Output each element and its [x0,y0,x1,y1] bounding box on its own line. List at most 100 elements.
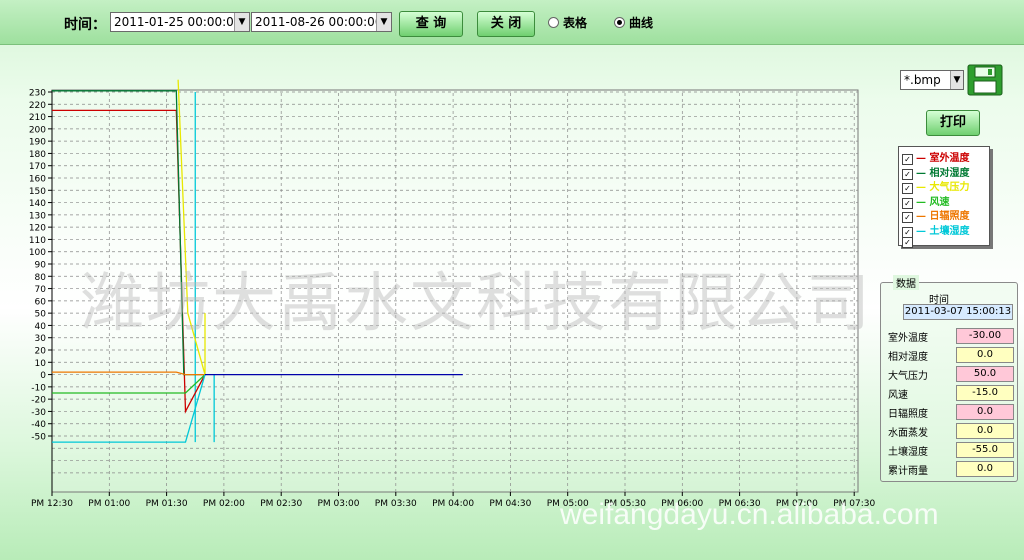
y-tick-label: 120 [29,224,46,234]
legend-item[interactable]: ✓ [899,236,989,251]
print-button[interactable]: 打印 [926,110,980,136]
y-tick-label: 160 [29,175,46,185]
series-legend: ✓ — 室外温度 ✓ — 相对湿度 ✓ — 大气压力 ✓ — 风速 ✓ — 日辐照度 ✓ — 土壤湿度… [898,146,990,248]
data-row-value: 50.0 [956,366,1014,382]
data-row-label: 室外温度 [888,333,928,344]
y-tick-label: 40 [35,322,47,332]
y-tick-label: 150 [29,187,46,197]
toolbar: 时间： 2011-01-25 00:00:00 ▼ 2011-08-26 00:… [0,0,1024,45]
y-tick-label: 170 [29,162,46,172]
view-mode-table-radio[interactable]: 表格 [548,14,587,31]
checkbox-icon[interactable]: ✓ [902,237,913,248]
data-row-label: 土壤湿度 [888,447,928,458]
save-icon[interactable] [966,64,1004,96]
y-tick-label: 50 [35,310,47,320]
site-watermark: weifangdayu.cn.alibaba.com [560,498,939,531]
data-row-value: -30.00 [956,328,1014,344]
data-row: 相对湿度 0.0 [888,347,1014,363]
file-format-select[interactable]: *.bmp ▼ [900,70,964,90]
legend-item[interactable]: ✓ — 大气压力 [899,178,989,194]
data-row-value: 0.0 [956,461,1014,477]
query-button[interactable]: 查 询 [399,11,463,37]
legend-item[interactable]: ✓ — 风速 [899,193,989,209]
data-row-label: 水面蒸发 [888,428,928,439]
y-tick-label: -50 [31,433,46,443]
legend-label: — 相对湿度 [916,167,970,179]
y-tick-label: 0 [40,371,46,381]
legend-item[interactable]: ✓ — 土壤湿度 [899,222,989,238]
legend-item[interactable]: ✓ — 相对湿度 [899,164,989,180]
data-row: 日辐照度 0.0 [888,404,1014,420]
time-label: 时间： [64,17,106,33]
data-time-value: 2011-03-07 15:00:13 [903,304,1013,320]
y-tick-label: 60 [35,297,47,307]
view-mode-table-label: 表格 [563,16,588,30]
data-row-value: -55.0 [956,442,1014,458]
legend-label: — 室外温度 [916,153,970,164]
y-tick-label: 20 [35,347,47,357]
y-tick-label: 70 [35,285,47,295]
legend-label: — 土壤湿度 [916,225,970,237]
y-tick-label: -40 [31,420,46,430]
chevron-down-icon[interactable]: ▼ [376,13,391,31]
radio-selected-icon [614,17,625,28]
y-tick-label: 80 [35,273,47,283]
y-tick-label: 130 [29,211,46,221]
data-panel-title: 数据 [893,275,919,290]
y-tick-label: 100 [29,248,46,258]
x-tick-label: PM 12:30 [31,499,73,509]
start-time-value: 2011-01-25 00:00:00 [114,15,242,29]
end-time-value: 2011-08-26 00:00:00 [255,15,383,29]
data-row-value: -15.0 [956,385,1014,401]
data-row-label: 日辐照度 [888,409,928,420]
file-format-value: *.bmp [904,73,941,87]
x-tick-label: PM 03:00 [318,499,360,509]
x-tick-label: PM 01:30 [146,499,188,509]
y-tick-label: 180 [29,150,46,160]
data-row-value: 0.0 [956,423,1014,439]
chevron-down-icon[interactable]: ▼ [950,71,963,89]
y-tick-label: 230 [29,89,46,99]
y-tick-label: 10 [35,359,47,369]
view-mode-curve-label: 曲线 [629,16,654,30]
view-mode-curve-radio[interactable]: 曲线 [614,14,653,31]
data-row-value: 0.0 [956,404,1014,420]
y-tick-label: -20 [31,396,46,406]
x-tick-label: PM 02:30 [260,499,302,509]
chevron-down-icon[interactable]: ▼ [234,13,249,31]
y-tick-label: 190 [29,138,46,148]
data-row-label: 大气压力 [888,371,928,382]
legend-label: — 大气压力 [916,182,970,193]
data-row: 风速 -15.0 [888,385,1014,401]
x-tick-label: PM 02:00 [203,499,245,509]
x-tick-label: PM 03:30 [375,499,417,509]
y-tick-label: 90 [35,261,47,271]
legend-label: — 日辐照度 [916,211,970,222]
data-row: 土壤湿度 -55.0 [888,442,1014,458]
data-row: 室外温度 -30.00 [888,328,1014,344]
radio-icon [548,17,559,28]
end-time-picker[interactable]: 2011-08-26 00:00:00 ▼ [251,12,392,32]
y-tick-label: -10 [31,383,46,393]
y-axis: 2302202102001901801701601501401301201101… [29,89,53,492]
y-tick-label: 210 [29,113,46,123]
close-button[interactable]: 关 闭 [477,11,535,37]
y-tick-label: 140 [29,199,46,209]
legend-item[interactable]: ✓ — 日辐照度 [899,207,989,223]
data-row: 水面蒸发 0.0 [888,423,1014,439]
data-row-label: 相对湿度 [888,352,928,363]
data-row: 大气压力 50.0 [888,366,1014,382]
y-tick-label: 200 [29,125,46,135]
data-row: 累计雨量 0.0 [888,461,1014,477]
data-row-value: 0.0 [956,347,1014,363]
data-panel: 数据 时间 2011-03-07 15:00:13 室外温度 -30.00 相对湿度… [880,275,1018,482]
y-tick-label: 110 [29,236,46,246]
x-tick-label: PM 01:00 [88,499,130,509]
y-tick-label: 30 [35,334,47,344]
x-tick-label: PM 04:30 [489,499,531,509]
y-tick-label: 220 [29,101,46,111]
start-time-picker[interactable]: 2011-01-25 00:00:00 ▼ [110,12,250,32]
x-tick-label: PM 04:00 [432,499,474,509]
legend-item[interactable]: ✓ — 室外温度 [899,149,989,165]
data-row-label: 风速 [888,390,908,401]
